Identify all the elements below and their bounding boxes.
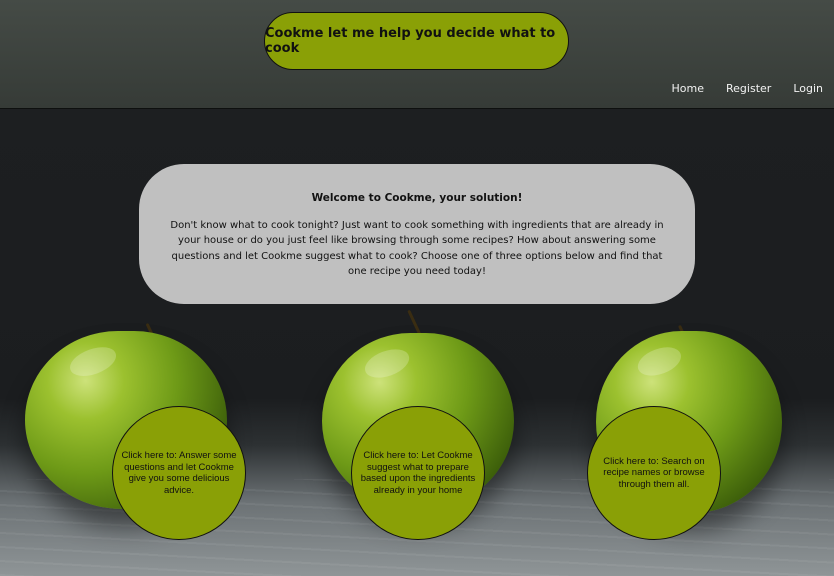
nav-register-link[interactable]: Register <box>726 82 771 95</box>
search-recipes-button[interactable]: Click here to: Search on recipe names or… <box>587 406 721 540</box>
welcome-panel: Welcome to Cookme, your solution! Don't … <box>139 164 695 304</box>
nav-home-link[interactable]: Home <box>672 82 704 95</box>
answer-questions-button[interactable]: Click here to: Answer some questions and… <box>112 406 246 540</box>
main-nav: Home Register Login <box>672 82 823 95</box>
welcome-heading: Welcome to Cookme, your solution! <box>311 192 523 204</box>
top-header: Cookme let me help you decide what to co… <box>0 0 834 109</box>
nav-login-link[interactable]: Login <box>793 82 823 95</box>
welcome-text: Don't know what to cook tonight? Just wa… <box>170 220 664 277</box>
site-title: Cookme let me help you decide what to co… <box>264 12 569 70</box>
suggest-by-ingredients-button[interactable]: Click here to: Let Cookme suggest what t… <box>351 406 485 540</box>
